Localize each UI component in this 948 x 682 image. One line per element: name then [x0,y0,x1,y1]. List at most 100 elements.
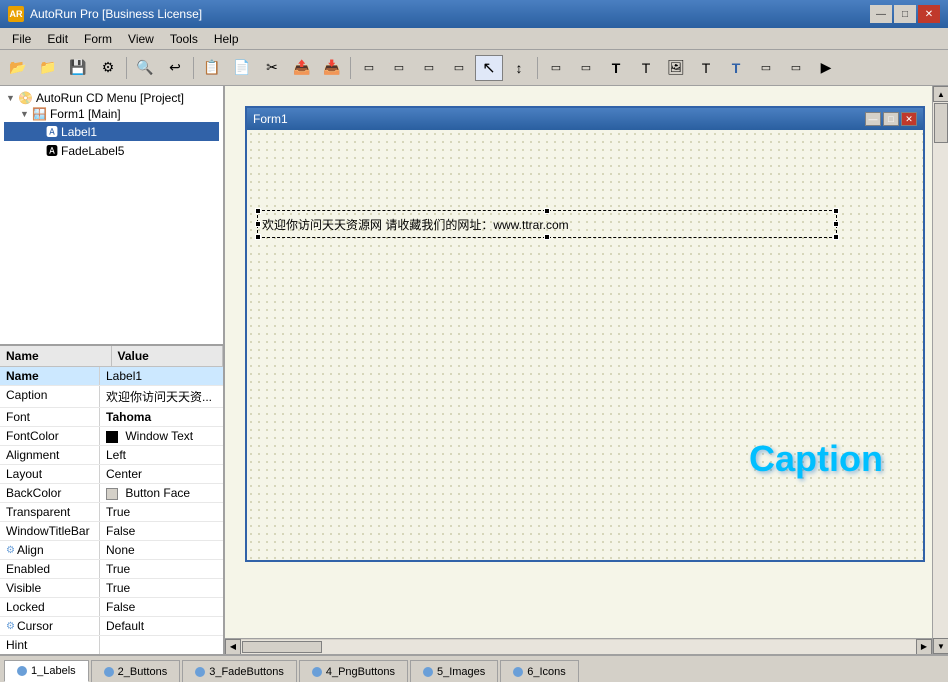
toolbar-open[interactable]: 📁 [34,55,62,81]
toolbar-text3[interactable]: T [692,55,720,81]
tree-form[interactable]: ▼ 🪟 Form1 [Main] [4,106,219,122]
v-scroll-up[interactable]: ▲ [933,86,948,102]
form-window-buttons: — □ ✕ [865,112,917,126]
toolbar-cut[interactable]: ✂ [258,55,286,81]
menu-help[interactable]: Help [206,30,247,48]
prop-row-hint[interactable]: Hint [0,636,223,654]
toolbar-rect6[interactable]: ▭ [572,55,600,81]
toolbar-copy[interactable]: 📋 [198,55,226,81]
toolbar-cursor[interactable]: ↖ [475,55,503,81]
toolbar-settings[interactable]: ⚙ [94,55,122,81]
prop-row-font[interactable]: Font Tahoma [0,408,223,427]
prop-row-align[interactable]: ⚙Align None [0,541,223,560]
tree-label1[interactable]: 🅰 Label1 [4,122,219,141]
toolbar-search[interactable]: 🔍 [131,55,159,81]
prop-row-name[interactable]: Name Label1 [0,367,223,386]
form-titlebar: Form1 — □ ✕ [247,108,923,130]
h-scroll-track[interactable] [241,640,916,654]
toolbar-undo[interactable]: ↩ [161,55,189,81]
v-scroll-thumb[interactable] [934,103,948,143]
minimize-button[interactable]: — [870,5,892,23]
v-scrollbar: ▲ ▼ [932,86,948,654]
toolbar-rect4[interactable]: ▭ [445,55,473,81]
prop-value-align: None [100,541,223,559]
handle-tl[interactable] [255,208,261,214]
handle-bl[interactable] [255,234,261,240]
toolbar-save[interactable]: 💾 [64,55,92,81]
toolbar-paste[interactable]: 📄 [228,55,256,81]
toolbar-rect1[interactable]: ▭ [355,55,383,81]
menu-tools[interactable]: Tools [162,30,206,48]
prop-row-transparent[interactable]: Transparent True [0,503,223,522]
tab-4-label: 4_PngButtons [326,666,395,678]
tab-3-fadebuttons[interactable]: 3_FadeButtons [182,660,297,682]
h-scroll-thumb[interactable] [242,641,322,653]
tree-label2[interactable]: 🅰 FadeLabel5 [4,141,219,160]
toolbar-text1[interactable]: T [602,55,630,81]
title-bar-left: AR AutoRun Pro [Business License] [8,6,202,22]
toolbar-play[interactable]: ▶ [812,55,840,81]
tab-2-label: 2_Buttons [118,666,168,678]
toolbar-image[interactable]: 🖼 [662,55,690,81]
canvas-scrollable[interactable]: Form1 — □ ✕ [225,86,932,638]
prop-row-backcolor[interactable]: BackColor Button Face [0,484,223,503]
toolbar-rect7[interactable]: ▭ [752,55,780,81]
toolbar-text2[interactable]: T [632,55,660,81]
prop-row-visible[interactable]: Visible True [0,579,223,598]
handle-tm[interactable] [544,208,550,214]
prop-name-backcolor: BackColor [0,484,100,502]
toolbar-resize[interactable]: ↕ [505,55,533,81]
handle-bm[interactable] [544,234,550,240]
form-content[interactable]: 欢迎你访问天天资源网 请收藏我们的网址：www.ttrar.com Captio… [247,130,923,560]
toolbar-rect2[interactable]: ▭ [385,55,413,81]
handle-br[interactable] [833,234,839,240]
toolbar-rect3[interactable]: ▭ [415,55,443,81]
menu-view[interactable]: View [120,30,162,48]
tab-6-label: 6_Icons [527,666,566,678]
v-scroll-track[interactable] [933,102,948,638]
h-scroll-right[interactable]: ▶ [916,639,932,655]
handle-mr[interactable] [833,221,839,227]
form-close-btn[interactable]: ✕ [901,112,917,126]
tab-5-images[interactable]: 5_Images [410,660,498,682]
tab-4-pngbuttons[interactable]: 4_PngButtons [299,660,408,682]
prop-row-alignment[interactable]: Alignment Left [0,446,223,465]
form-min-btn[interactable]: — [865,112,881,126]
tab-1-labels[interactable]: 1_Labels [4,660,89,682]
form-max-btn[interactable]: □ [883,112,899,126]
maximize-button[interactable]: □ [894,5,916,23]
prop-row-layout[interactable]: Layout Center [0,465,223,484]
form-title-text: Form1 [253,112,288,126]
menu-file[interactable]: File [4,30,39,48]
prop-row-fontcolor[interactable]: FontColor Window Text [0,427,223,446]
tab-6-icons[interactable]: 6_Icons [500,660,579,682]
tree-label2-icon: 🅰 [46,142,58,159]
prop-row-cursor[interactable]: ⚙Cursor Default [0,617,223,636]
toolbar-rect8[interactable]: ▭ [782,55,810,81]
tree-root[interactable]: ▼ 📀 AutoRun CD Menu [Project] [4,90,219,106]
prop-row-enabled[interactable]: Enabled True [0,560,223,579]
tab-5-label: 5_Images [437,666,485,678]
v-scroll-down[interactable]: ▼ [933,638,948,654]
toolbar-new[interactable]: 📂 [4,55,32,81]
handle-ml[interactable] [255,221,261,227]
close-button[interactable]: ✕ [918,5,940,23]
tab-2-buttons[interactable]: 2_Buttons [91,660,181,682]
menu-form[interactable]: Form [76,30,120,48]
prop-row-caption[interactable]: Caption 欢迎你访问天天资... [0,386,223,408]
prop-row-windowtitlebar[interactable]: WindowTitleBar False [0,522,223,541]
menu-edit[interactable]: Edit [39,30,76,48]
toolbar-export[interactable]: 📤 [288,55,316,81]
h-scroll-left[interactable]: ◀ [225,639,241,655]
toolbar-import[interactable]: 📥 [318,55,346,81]
handle-tr[interactable] [833,208,839,214]
bottom-tabs: 1_Labels 2_Buttons 3_FadeButtons 4_PngBu… [0,654,948,682]
canvas-label[interactable]: 欢迎你访问天天资源网 请收藏我们的网址：www.ttrar.com [257,210,837,238]
tree-area: ▼ 📀 AutoRun CD Menu [Project] ▼ 🪟 Form1 … [0,86,223,344]
prop-row-locked[interactable]: Locked False [0,598,223,617]
toolbar-text4[interactable]: T [722,55,750,81]
prop-value-name: Label1 [100,367,223,385]
toolbar-rect5[interactable]: ▭ [542,55,570,81]
prop-name-hint: Hint [0,636,100,654]
title-bar: AR AutoRun Pro [Business License] — □ ✕ [0,0,948,28]
